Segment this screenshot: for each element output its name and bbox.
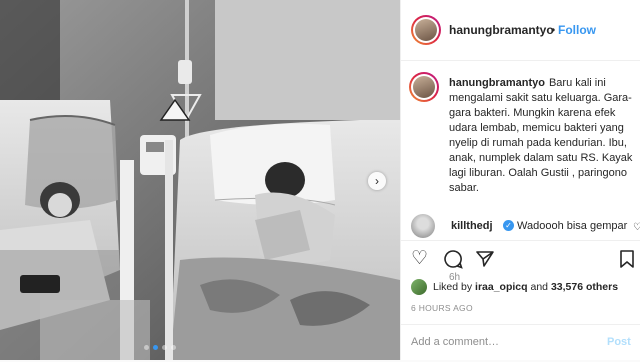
carousel-dot	[171, 345, 176, 350]
carousel-dot-active	[153, 345, 158, 350]
carousel-dot	[162, 345, 167, 350]
comment-item: killthedj ✓ Wadoooh bisa gempar ♡	[409, 214, 640, 238]
add-comment-bar: Post	[401, 324, 640, 362]
caption-text: hanungbramantyo Baru kali ini mengalami s…	[449, 76, 637, 196]
liker-avatar[interactable]	[411, 279, 427, 295]
likes-text: Liked by iraa_opicq and 33,576 others	[433, 281, 618, 293]
verified-badge-icon: ✓	[503, 220, 514, 231]
commenter-avatar[interactable]	[411, 214, 435, 238]
likes-prefix: Liked by	[433, 281, 473, 293]
likes-conjunction: and	[530, 281, 549, 293]
post-timestamp[interactable]: 6 HOURS AGO	[411, 303, 473, 313]
header-separator: •	[551, 23, 556, 37]
carousel-next-button[interactable]: ›	[368, 172, 386, 190]
action-bar: ♡ Liked by iraa_opicq and 33,576 others …	[401, 240, 640, 361]
follow-button[interactable]: Follow	[558, 23, 596, 37]
post-header: hanungbramantyo • Follow	[401, 0, 640, 61]
speech-bubble-icon[interactable]	[443, 249, 463, 274]
post-sidebar: hanungbramantyo • Follow hanungbramantyo…	[400, 0, 640, 360]
author-avatar[interactable]	[411, 15, 441, 45]
post-photo[interactable]: ›	[0, 0, 400, 360]
caption-body: Baru kali ini mengalami sakit satu kelua…	[449, 77, 633, 194]
carousel-dot	[144, 345, 149, 350]
comment-input[interactable]	[409, 335, 593, 349]
author-username[interactable]: hanungbramantyo	[449, 23, 554, 37]
instagram-post: › hanungbramantyo • Follow hanungbramant…	[0, 0, 640, 360]
commenter-username[interactable]: killthedj	[451, 220, 493, 232]
comment-text: Wadoooh bisa gempar	[517, 220, 628, 232]
caption-username[interactable]: hanungbramantyo	[449, 77, 545, 89]
liker-username[interactable]: iraa_opicq	[475, 281, 528, 293]
likes-count[interactable]: 33,576 others	[551, 281, 618, 293]
comment-like-icon[interactable]: ♡	[633, 222, 640, 233]
paper-plane-icon[interactable]	[475, 249, 495, 274]
hospital-photo-illustration	[0, 0, 400, 360]
post-comment-button[interactable]: Post	[607, 336, 631, 348]
heart-outline-icon[interactable]: ♡	[411, 249, 428, 269]
caption-avatar[interactable]	[409, 72, 439, 102]
carousel-indicator	[144, 345, 176, 350]
bookmark-icon[interactable]	[619, 249, 635, 274]
likes-summary: Liked by iraa_opicq and 33,576 others	[411, 279, 640, 297]
